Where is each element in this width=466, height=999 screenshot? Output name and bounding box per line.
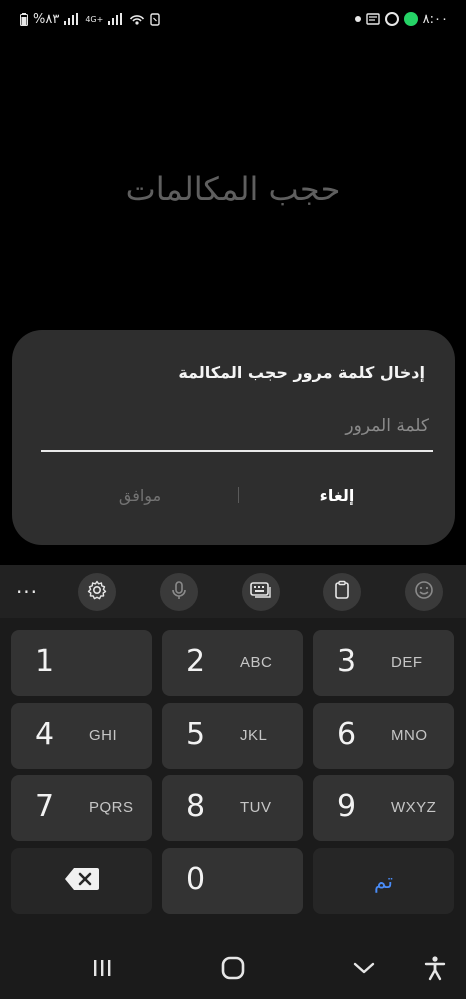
key-letters: PQRS [89, 799, 134, 816]
emoji-button[interactable] [405, 573, 443, 611]
status-bar-right: ٨:٠٠ [354, 11, 448, 27]
key-3[interactable]: 3 DEF [313, 630, 454, 696]
signal-icon [64, 12, 80, 26]
key-2[interactable]: 2 ABC [162, 630, 303, 696]
page-title: حجب المكالمات [125, 170, 341, 208]
recent-apps-icon [91, 957, 113, 983]
password-dialog: إدخال كلمة مرور حجب المكالمة إلغاء موافق [12, 330, 455, 545]
key-digit: 8 [186, 789, 206, 824]
cancel-button[interactable]: إلغاء [237, 480, 437, 510]
key-letters: MNO [391, 727, 428, 744]
key-letters: ABC [240, 654, 273, 671]
microphone-icon [168, 579, 190, 605]
key-6[interactable]: 6 MNO [313, 703, 454, 769]
numeric-keyboard: ··· 1 2 ABC 3 DEF 4 GHI 5 JKL 6 MNO 7 PQ… [0, 565, 466, 999]
key-0[interactable]: 0 [162, 848, 303, 914]
key-letters: TUV [240, 799, 272, 816]
key-9[interactable]: 9 WXYZ [313, 775, 454, 841]
key-digit: 6 [337, 717, 357, 752]
voice-input-button[interactable] [160, 573, 198, 611]
emoji-icon [413, 579, 435, 605]
whatsapp-business-icon [403, 12, 418, 26]
key-4[interactable]: 4 GHI [11, 703, 152, 769]
key-letters: DEF [391, 654, 423, 671]
done-key[interactable]: تم [313, 848, 454, 914]
navigation-bar [0, 939, 466, 999]
more-options-button[interactable]: ··· [12, 579, 42, 605]
clipboard-button[interactable] [323, 573, 361, 611]
ok-button[interactable]: موافق [40, 480, 240, 510]
back-button[interactable] [344, 953, 384, 987]
password-input[interactable] [41, 408, 433, 452]
backspace-icon [62, 865, 102, 897]
keyboard-mode-button[interactable] [242, 573, 280, 611]
accessibility-button[interactable] [415, 953, 455, 987]
key-digit: 1 [35, 644, 55, 679]
keyboard-icon [249, 579, 273, 605]
key-letters: GHI [89, 727, 118, 744]
battery-percent: %٨٣ [33, 11, 60, 27]
clock: ٨:٠٠ [422, 11, 448, 27]
hotspot-icon [129, 12, 145, 26]
key-1[interactable]: 1 [11, 630, 152, 696]
accessibility-icon [424, 955, 446, 985]
key-digit: 5 [186, 717, 206, 752]
nfc-icon [150, 12, 161, 26]
key-8[interactable]: 8 TUV [162, 775, 303, 841]
key-letters: JKL [240, 727, 268, 744]
whatsapp-icon [384, 12, 399, 26]
backspace-key[interactable] [11, 848, 152, 914]
home-icon [220, 955, 246, 985]
notification-dot-icon [354, 16, 361, 22]
battery-icon [20, 12, 28, 26]
message-icon [365, 12, 380, 26]
key-digit: 2 [186, 644, 206, 679]
chevron-down-icon [352, 960, 376, 980]
status-bar: %٨٣ 4G+ ٨:٠٠ [0, 0, 466, 38]
done-label: تم [374, 869, 393, 893]
key-digit: 9 [337, 789, 357, 824]
status-bar-left: %٨٣ 4G+ [20, 11, 161, 27]
key-letters: WXYZ [391, 799, 437, 816]
clipboard-icon [331, 579, 353, 605]
home-button[interactable] [213, 953, 253, 987]
keyboard-toolbar: ··· [0, 565, 466, 618]
settings-icon [86, 579, 108, 605]
key-7[interactable]: 7 PQRS [11, 775, 152, 841]
key-digit: 7 [35, 789, 55, 824]
key-5[interactable]: 5 JKL [162, 703, 303, 769]
signal-icon-2 [108, 12, 124, 26]
dialog-title: إدخال كلمة مرور حجب المكالمة [178, 363, 425, 382]
key-digit: 0 [186, 862, 206, 897]
recent-apps-button[interactable] [82, 953, 122, 987]
settings-button[interactable] [78, 573, 116, 611]
key-digit: 4 [35, 717, 55, 752]
key-digit: 3 [337, 644, 357, 679]
network-type: 4G+ [85, 14, 104, 24]
